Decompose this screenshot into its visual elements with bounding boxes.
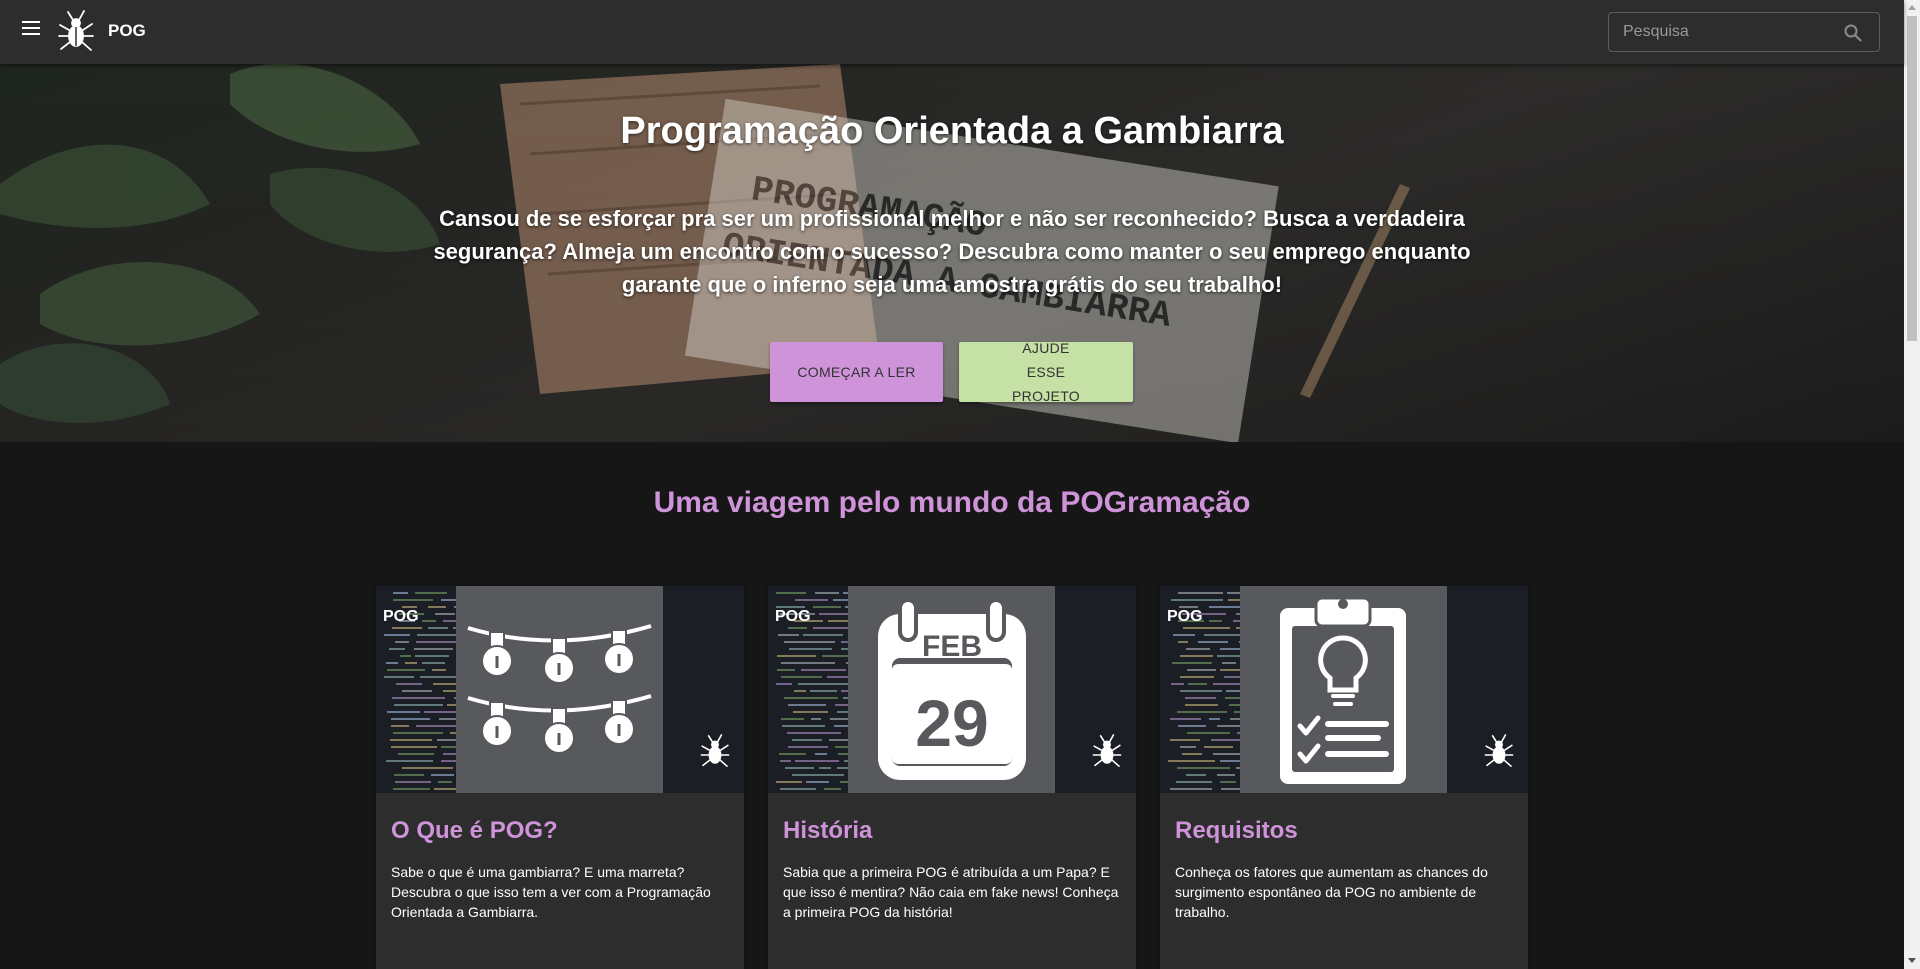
support-project-label: AJUDE ESSE PROJETO [1012, 340, 1080, 404]
card-image: POG [1160, 586, 1528, 793]
section-title: Uma viagem pelo mundo da POGramação [653, 486, 1251, 519]
clipboard-checklist-icon [1280, 596, 1406, 784]
page-scrollbar[interactable] [1904, 0, 1920, 969]
calendar-day: 29 [915, 686, 988, 760]
card-title[interactable]: História [783, 817, 872, 845]
hero-description: Cansou de se esforçar pra ser um profiss… [433, 206, 1471, 297]
search-input[interactable] [1609, 13, 1829, 51]
card-description: Sabe o que é uma gambiarra? E uma marret… [391, 864, 711, 920]
card-history[interactable]: FEB 29 POG História Sabia que a primeira… [768, 586, 1136, 969]
bug-watermark-icon [700, 734, 730, 767]
scroll-down-arrow-icon[interactable] [1908, 958, 1916, 963]
start-reading-button[interactable]: COMEÇAR A LER [770, 342, 943, 402]
search-box[interactable] [1608, 12, 1880, 52]
support-project-button[interactable]: AJUDE ESSE PROJETO [959, 340, 1133, 404]
card-tag: POG [383, 608, 419, 625]
card-title[interactable]: O Que é POG? [391, 817, 558, 845]
card-description: Sabia que a primeira POG é atribuída a u… [783, 864, 1119, 920]
search-icon[interactable] [1843, 23, 1863, 43]
card-image: POG [376, 586, 744, 793]
brand-title[interactable]: POG [108, 21, 146, 41]
scrollbar-thumb[interactable] [1907, 16, 1917, 341]
top-app-bar: POG [0, 0, 1904, 64]
hero-banner: PROGRAMAÇÃO ORIENTADA A GAMBIARRA Progra… [0, 64, 1904, 442]
card-what-is-pog[interactable]: POG O Que é POG? Sabe o que é uma gambia… [376, 586, 744, 969]
calendar-month: FEB [922, 630, 982, 663]
card-tag: POG [775, 608, 811, 625]
card-tag: POG [1167, 608, 1203, 625]
scroll-up-arrow-icon[interactable] [1908, 5, 1916, 10]
page: POG Pesquisa PROGRAMAÇÃO ORIENTADA A GAM… [0, 0, 1920, 969]
calendar-icon: FEB 29 [878, 598, 1026, 780]
bug-watermark-icon [1092, 734, 1122, 767]
bug-watermark-icon [1484, 734, 1514, 767]
card-requirements[interactable]: POG Requisitos Conheça os fatores que au… [1160, 586, 1528, 969]
card-title[interactable]: Requisitos [1175, 817, 1298, 845]
bug-logo-icon[interactable] [56, 8, 96, 54]
hero-title: Programação Orientada a Gambiarra [620, 110, 1284, 152]
menu-icon[interactable] [20, 19, 44, 37]
card-description: Conheça os fatores que aumentam as chanc… [1175, 864, 1488, 920]
card-image: FEB 29 POG [768, 586, 1136, 793]
string-lights-icon [467, 624, 652, 754]
